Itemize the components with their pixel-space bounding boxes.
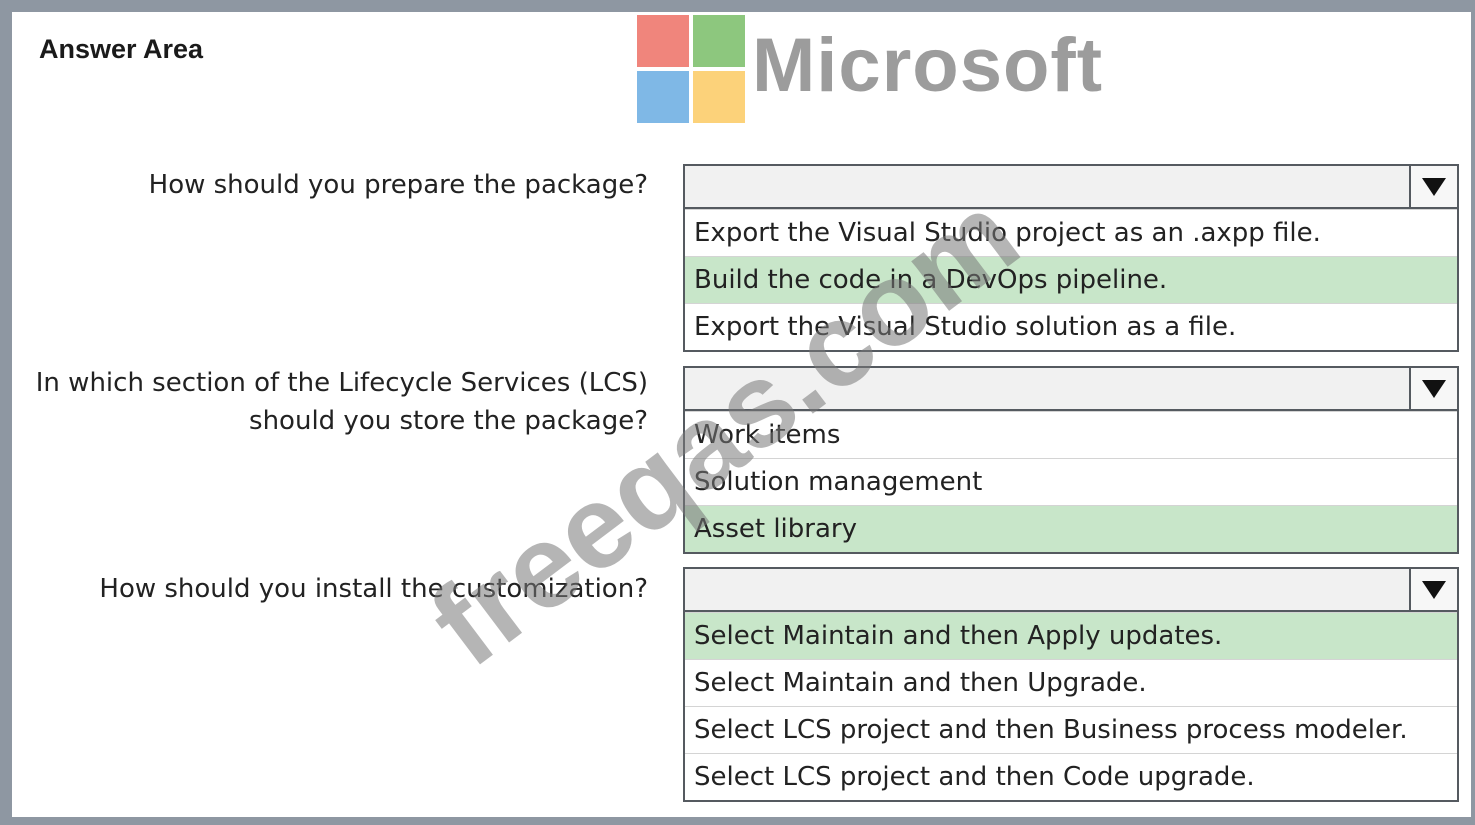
question-label-line: should you store the package? [249,406,648,436]
lcs-section-dropdown[interactable]: Work items Solution management Asset lib… [683,366,1459,554]
triangle-down-icon [1422,380,1446,398]
dropdown-toggle-button[interactable] [1409,368,1457,409]
microsoft-logo-icon [637,15,745,123]
triangle-down-icon [1422,178,1446,196]
dropdown-header[interactable] [685,368,1457,411]
question-label: In which section of the Lifecycle Servic… [36,364,648,440]
dropdown-option[interactable]: Work items [685,411,1457,458]
microsoft-wordmark: Microsoft [752,23,1103,108]
dropdown-option[interactable]: Solution management [685,458,1457,505]
logo-square-red [637,15,689,67]
dropdown-option[interactable]: Select LCS project and then Code upgrade… [685,753,1457,800]
dropdown-header[interactable] [685,569,1457,612]
dropdown-header[interactable] [685,166,1457,209]
question-label-line: How should you prepare the package? [148,170,648,200]
question-label: How should you install the customization… [99,570,648,608]
install-customization-dropdown[interactable]: Select Maintain and then Apply updates. … [683,567,1459,802]
logo-square-blue [637,71,689,123]
dropdown-option-selected[interactable]: Build the code in a DevOps pipeline. [685,256,1457,303]
question-label-line: How should you install the customization… [99,574,648,604]
dropdown-toggle-button[interactable] [1409,569,1457,610]
dropdown-option[interactable]: Select LCS project and then Business pro… [685,706,1457,753]
logo-square-yellow [693,71,745,123]
dropdown-toggle-button[interactable] [1409,166,1457,207]
answer-area-title: Answer Area [39,34,204,64]
question-label-line: In which section of the Lifecycle Servic… [35,368,648,398]
triangle-down-icon [1422,581,1446,599]
logo-square-green [693,15,745,67]
dropdown-option-selected[interactable]: Asset library [685,505,1457,552]
question-label: How should you prepare the package? [149,166,648,204]
dropdown-option-selected[interactable]: Select Maintain and then Apply updates. [685,612,1457,659]
answer-area-panel: Answer Area Microsoft How should you pre… [0,0,1475,825]
dropdown-option[interactable]: Export the Visual Studio project as an .… [685,209,1457,256]
dropdown-option[interactable]: Export the Visual Studio solution as a f… [685,303,1457,350]
package-preparation-dropdown[interactable]: Export the Visual Studio project as an .… [683,164,1459,352]
dropdown-option[interactable]: Select Maintain and then Upgrade. [685,659,1457,706]
